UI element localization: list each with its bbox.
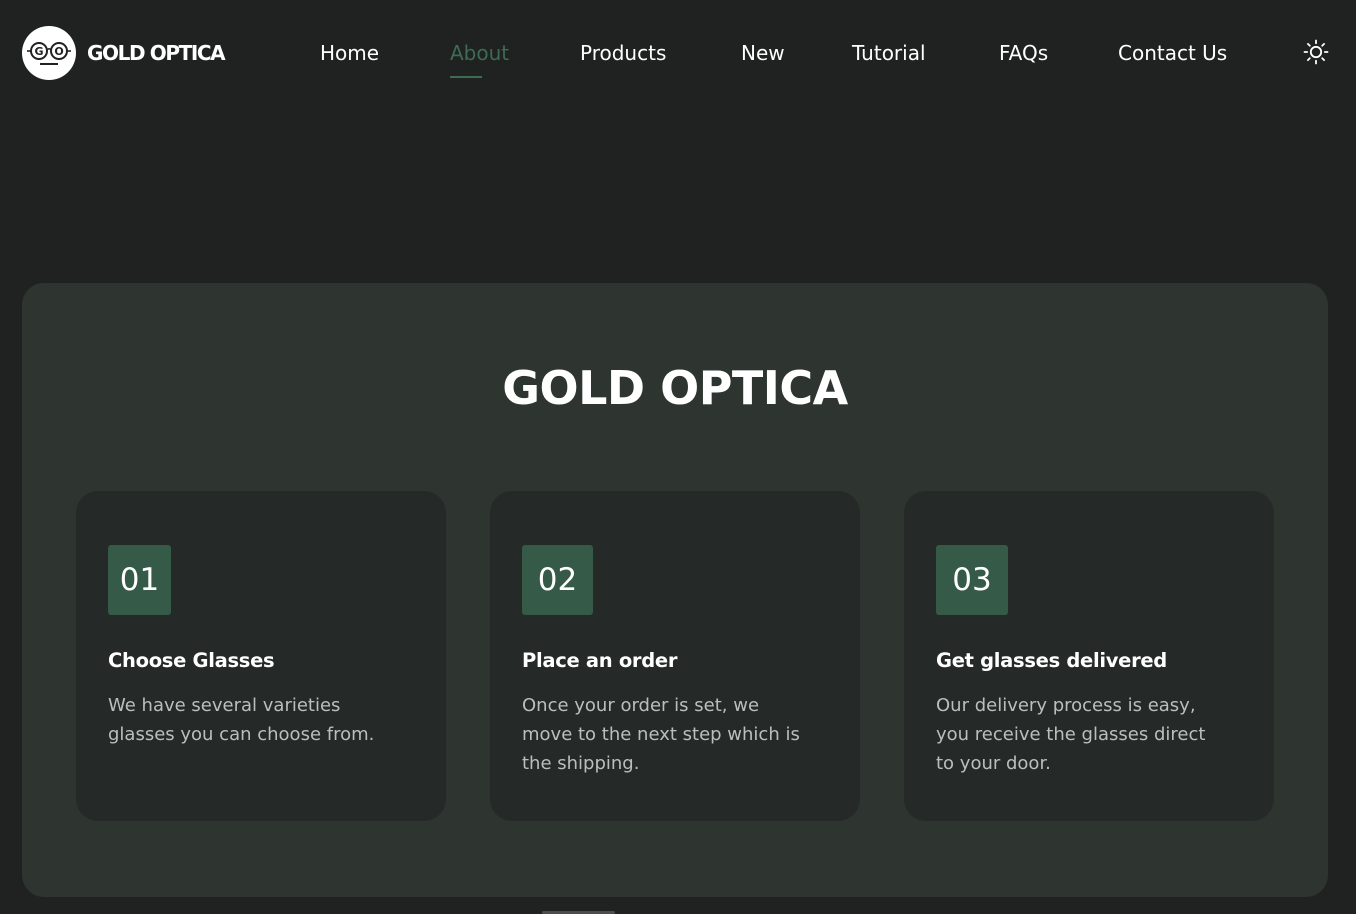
step-number-badge: 02 <box>522 545 593 615</box>
step-card: 02 Place an order Once your order is set… <box>490 491 860 821</box>
svg-text:G: G <box>34 45 43 58</box>
nav-new[interactable]: New <box>741 38 785 68</box>
step-number-badge: 03 <box>936 545 1008 615</box>
step-card: 03 Get glasses delivered Our delivery pr… <box>904 491 1274 821</box>
step-description: We have several varieties glasses you ca… <box>108 695 375 745</box>
nav-faqs[interactable]: FAQs <box>999 38 1048 68</box>
about-section: GOLD OPTICA 01 Choose Glasses We have se… <box>22 283 1328 897</box>
nav-tutorial[interactable]: Tutorial <box>852 38 926 68</box>
nav-active-indicator <box>450 76 482 78</box>
nav-about[interactable]: About <box>450 38 509 68</box>
nav-products[interactable]: Products <box>580 38 666 68</box>
brand-logo-link[interactable]: G O GOLD OPTICA <box>22 26 226 80</box>
nav-contact-us[interactable]: Contact Us <box>1118 38 1227 68</box>
step-number-badge: 01 <box>108 545 171 615</box>
step-card: 01 Choose Glasses We have several variet… <box>76 491 446 821</box>
step-description: Our delivery process is easy, you receiv… <box>936 695 1206 774</box>
nav-home[interactable]: Home <box>320 38 379 68</box>
glasses-logo-icon: G O <box>22 26 76 80</box>
step-title: Place an order <box>522 649 678 672</box>
brand-name: GOLD OPTICA <box>87 41 226 65</box>
step-title: Get glasses delivered <box>936 649 1167 672</box>
site-header: G O GOLD OPTICA Home About Products New … <box>0 0 1356 105</box>
step-description: Once your order is set, we move to the n… <box>522 695 800 774</box>
step-title: Choose Glasses <box>108 649 275 672</box>
sun-icon[interactable] <box>1300 36 1332 68</box>
svg-text:O: O <box>54 45 63 58</box>
section-title: GOLD OPTICA <box>502 361 848 415</box>
